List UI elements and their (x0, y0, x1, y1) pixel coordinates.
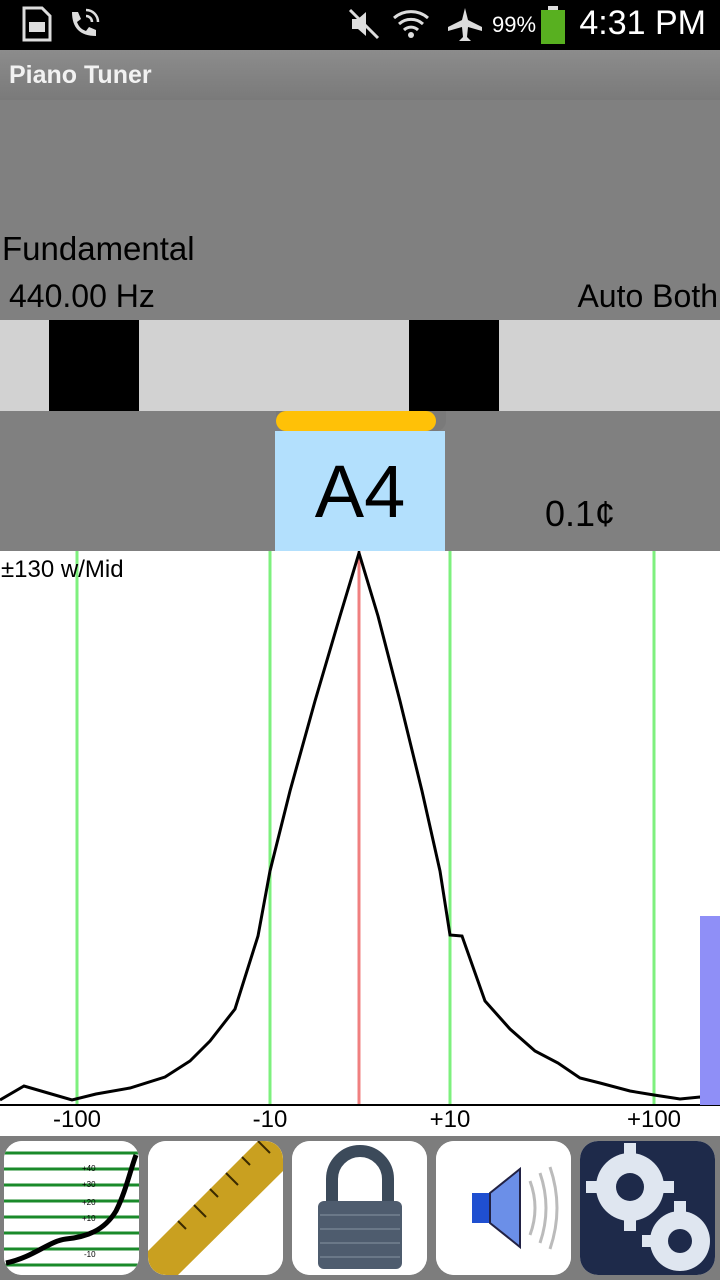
spectrum-graph[interactable]: ±130 w/Mid -100 -10 +10 +100 (0, 551, 720, 1136)
info-panel: Fundamental 440.00 Hz Auto Both (0, 100, 720, 320)
spectrum-plot (0, 551, 720, 1106)
tick-label: -10 (252, 1106, 288, 1133)
ruler-icon (148, 1141, 283, 1275)
piano-keyboard[interactable] (0, 320, 720, 411)
battery-percent: 99% (492, 12, 537, 37)
gears-icon (580, 1141, 715, 1275)
curve-label: +10 (82, 1214, 96, 1223)
sound-button[interactable] (436, 1141, 571, 1275)
tuning-curve-button[interactable]: +40 +30 +20 +10 -10 (4, 1141, 139, 1275)
airplane-mode-icon (446, 6, 484, 49)
curve-label: +30 (82, 1180, 96, 1189)
lock-button[interactable] (292, 1141, 427, 1275)
call-icon (66, 6, 102, 47)
black-key[interactable] (49, 320, 139, 411)
ruler-button[interactable] (148, 1141, 283, 1275)
range-label[interactable]: ±130 w/Mid (1, 556, 124, 584)
note-name: A4 (314, 450, 406, 533)
tick-label: +10 (429, 1106, 471, 1133)
note-panel: A4 0.1¢ (0, 411, 720, 551)
app-title: Piano Tuner (9, 61, 152, 89)
speaker-icon (436, 1141, 571, 1275)
settings-button[interactable] (580, 1141, 715, 1275)
curve-label: +20 (82, 1198, 96, 1207)
wifi-icon (392, 6, 430, 49)
mute-icon (348, 6, 380, 47)
clock: 4:31 PM (579, 4, 706, 42)
tick-label: -100 (52, 1106, 102, 1133)
sd-card-icon (20, 6, 52, 47)
curve-chart-icon: +40 +30 +20 +10 -10 (4, 1141, 139, 1275)
curve-label: -10 (84, 1250, 96, 1259)
black-key[interactable] (409, 320, 499, 411)
battery-icon (540, 6, 566, 49)
status-bar: 99% 4:31 PM (0, 0, 720, 50)
bottom-toolbar: +40 +30 +20 +10 -10 (0, 1136, 720, 1280)
mode-label[interactable]: Fundamental (2, 230, 195, 268)
frequency-readout: 440.00 Hz (9, 278, 155, 314)
cents-offset: 0.1¢ (545, 493, 616, 534)
curve-label: +40 (82, 1164, 96, 1173)
level-bar (700, 916, 720, 1105)
app-title-bar: Piano Tuner (0, 50, 720, 100)
note-display[interactable]: A4 (275, 431, 445, 551)
signal-meter-fill (276, 411, 436, 431)
padlock-icon (292, 1141, 427, 1275)
tick-label: +100 (626, 1106, 682, 1133)
auto-mode-label[interactable]: Auto Both (577, 278, 718, 315)
